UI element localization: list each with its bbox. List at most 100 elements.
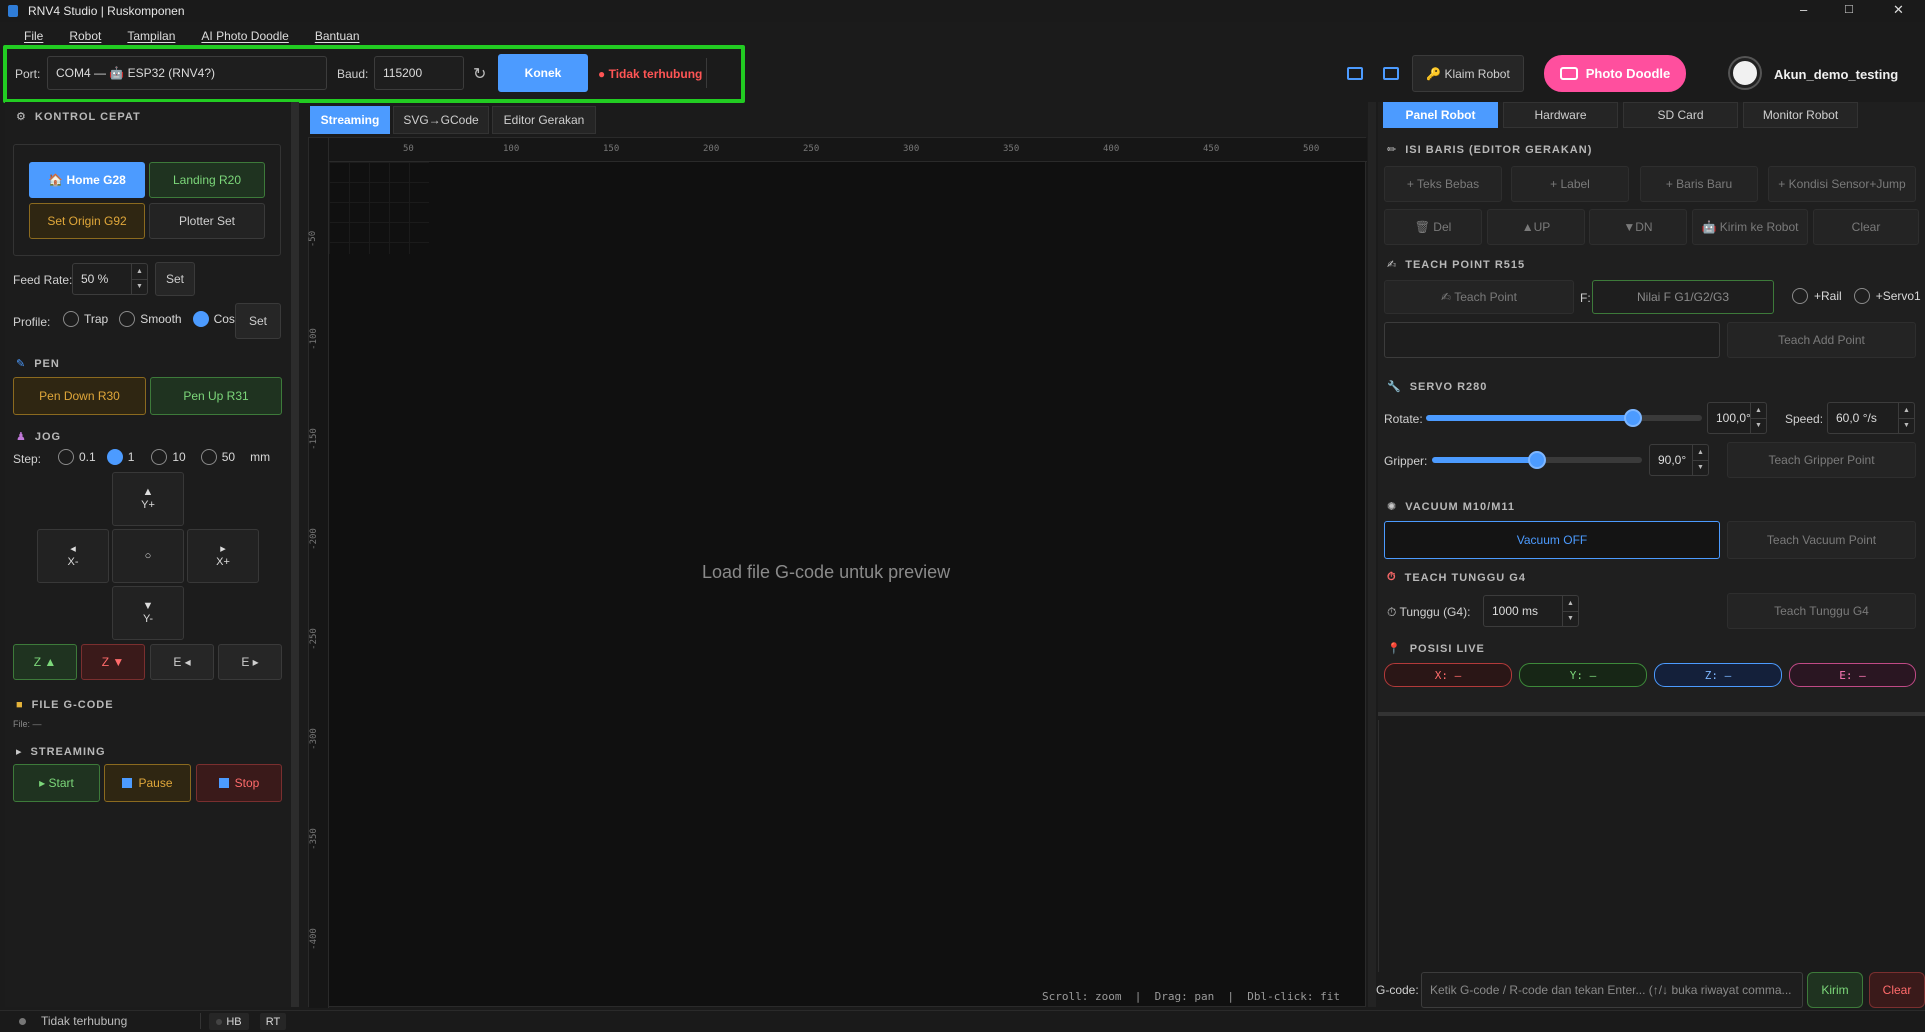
jog-title: ♟ JOG [16,430,62,444]
rotate-stepper[interactable]: ▲ ▼ [1750,403,1766,433]
move-down-button[interactable]: ▼DN [1589,209,1687,245]
port-select[interactable]: COM4 — 🤖 ESP32 (RNV4?) [47,56,327,90]
delete-row-button[interactable]: 🗑 Del [1384,209,1482,245]
menu-file[interactable]: File [24,29,43,43]
e-minus-button[interactable]: E ◂ [150,644,214,680]
tab-hardware[interactable]: Hardware [1503,102,1618,128]
start-button[interactable]: ▸ Start [13,764,100,802]
profile-smooth-radio[interactable] [119,311,136,327]
maximize-button[interactable]: □ [1845,1,1853,16]
pen-down-button[interactable]: Pen Down R30 [13,377,146,415]
posisi-live-title: 📍 POSISI LIVE [1387,642,1485,656]
tab-editor-gerakan[interactable]: Editor Gerakan [492,106,596,134]
gripper-stepper[interactable]: ▲ ▼ [1692,445,1708,475]
photo-doodle-button[interactable]: Photo Doodle [1544,55,1686,92]
account-name[interactable]: Akun_demo_testing [1774,67,1898,82]
tab-streaming[interactable]: Streaming [310,106,390,134]
gcode-preview-canvas[interactable]: 50 100 150 200 250 300 350 400 450 500 -… [308,137,1367,1008]
menu-ai-photo-doodle[interactable]: AI Photo Doodle [201,29,288,43]
connect-button[interactable]: Konek [498,54,588,92]
rotate-slider-handle[interactable] [1624,409,1642,427]
teach-gripper-button[interactable]: Teach Gripper Point [1727,442,1916,478]
gripper-value-input[interactable]: 90,0° ▲ ▼ [1649,444,1709,476]
move-up-button[interactable]: ▲UP [1487,209,1585,245]
vacuum-toggle-button[interactable]: Vacuum OFF [1384,521,1720,559]
timer-icon: ⏱ [1387,571,1397,583]
clear-rows-button[interactable]: Clear [1813,209,1919,245]
tab-monitor-robot[interactable]: Monitor Robot [1743,102,1858,128]
plotter-set-button[interactable]: Plotter Set [149,203,265,239]
teach-vacuum-button[interactable]: Teach Vacuum Point [1727,521,1916,559]
set-origin-button[interactable]: Set Origin G92 [29,203,145,239]
profile-cos-radio[interactable] [192,311,209,327]
feed-rate-input[interactable]: 50 % ▲ ▼ [72,263,148,295]
claim-robot-button[interactable]: 🔑 Klaim Robot [1412,55,1524,92]
z-down-button[interactable]: Z ▼ [81,644,145,680]
status-bar [0,1010,1925,1032]
gripper-slider[interactable] [1432,451,1642,469]
send-to-robot-button[interactable]: 🤖 Kirim ke Robot [1692,209,1808,245]
pen-up-button[interactable]: Pen Up R31 [150,377,282,415]
z-up-button[interactable]: Z ▲ [13,644,77,680]
jog-x-minus-button[interactable]: ◂ X- [37,529,109,583]
tab-sd-card[interactable]: SD Card [1623,102,1738,128]
baud-select[interactable]: 115200 [374,56,464,90]
e-plus-button[interactable]: E ▸ [218,644,282,680]
menu-bantuan[interactable]: Bantuan [315,29,360,43]
f-value-input[interactable]: Nilai F G1/G2/G3 [1592,280,1774,314]
feed-rate-set-button[interactable]: Set [155,262,195,296]
app-logo-icon [8,5,18,17]
jog-center-button[interactable]: ○ [112,529,184,583]
jog-y-plus-button[interactable]: ▲ Y+ [112,472,184,526]
profile-trap-radio[interactable] [63,311,79,327]
step-50-radio[interactable] [200,449,217,465]
chevron-right-icon: ▸ [16,746,23,758]
tunggu-stepper[interactable]: ▲ ▼ [1562,596,1578,626]
teach-point-button[interactable]: ✍ Teach Point [1384,280,1574,314]
pause-button[interactable]: Pause [104,764,191,802]
teach-add-point-button[interactable]: Teach Add Point [1727,322,1916,358]
tab-svg-gcode[interactable]: SVG→GCode [393,106,489,134]
feed-rate-stepper[interactable]: ▲ ▼ [131,264,147,294]
stop-button[interactable]: Stop [196,764,282,802]
rotate-slider[interactable] [1426,409,1702,427]
jog-x-plus-button[interactable]: ▸ X+ [187,529,259,583]
speed-stepper[interactable]: ▲ ▼ [1898,403,1914,433]
f-label: F: [1580,291,1591,305]
refresh-icon[interactable]: ↻ [473,64,486,84]
rail-checkbox[interactable] [1792,288,1808,304]
send-gcode-button[interactable]: Kirim [1807,972,1863,1008]
clear-gcode-button[interactable]: Clear [1869,972,1925,1008]
teach-tunggu-title: ⏱ TEACH TUNGGU G4 [1387,571,1526,584]
add-sensor-jump-button[interactable]: + Kondisi Sensor+Jump [1768,166,1916,202]
center-splitter[interactable] [1368,102,1376,1007]
close-button[interactable]: ✕ [1893,2,1904,18]
home-button[interactable]: 🏠 Home G28 [29,162,145,198]
tab-panel-robot[interactable]: Panel Robot [1383,102,1498,128]
menu-robot[interactable]: Robot [69,29,101,43]
avatar[interactable] [1730,58,1760,88]
tunggu-value-input[interactable]: 1000 ms ▲ ▼ [1483,595,1579,627]
step-1-radio[interactable] [106,449,123,465]
speed-value-input[interactable]: 60,0 °/s ▲ ▼ [1827,402,1915,434]
minimize-button[interactable]: – [1800,2,1807,17]
jog-y-minus-button[interactable]: ▼ Y- [112,586,184,640]
step-10-radio[interactable] [151,449,168,465]
add-label-button[interactable]: + Label [1511,166,1629,202]
teach-tunggu-button[interactable]: Teach Tunggu G4 [1727,593,1916,629]
add-new-line-button[interactable]: + Baris Baru [1640,166,1758,202]
gcode-input[interactable]: Ketik G-code / R-code dan tekan Enter...… [1421,972,1803,1008]
gripper-slider-handle[interactable] [1528,451,1546,469]
layout-left-icon[interactable] [1347,67,1363,80]
left-scrollbar[interactable] [291,102,299,1007]
port-label: Port: [15,67,41,81]
profile-set-button[interactable]: Set [235,303,281,339]
menu-tampilan[interactable]: Tampilan [127,29,175,43]
rotate-value-input[interactable]: 100,0° ▲ ▼ [1707,402,1767,434]
add-free-text-button[interactable]: + Teks Bebas [1384,166,1502,202]
landing-button[interactable]: Landing R20 [149,162,265,198]
teach-point-name-input[interactable] [1384,322,1720,358]
servo1-checkbox[interactable] [1853,288,1870,304]
layout-right-icon[interactable] [1383,67,1399,80]
step-0-1-radio[interactable] [58,449,74,465]
